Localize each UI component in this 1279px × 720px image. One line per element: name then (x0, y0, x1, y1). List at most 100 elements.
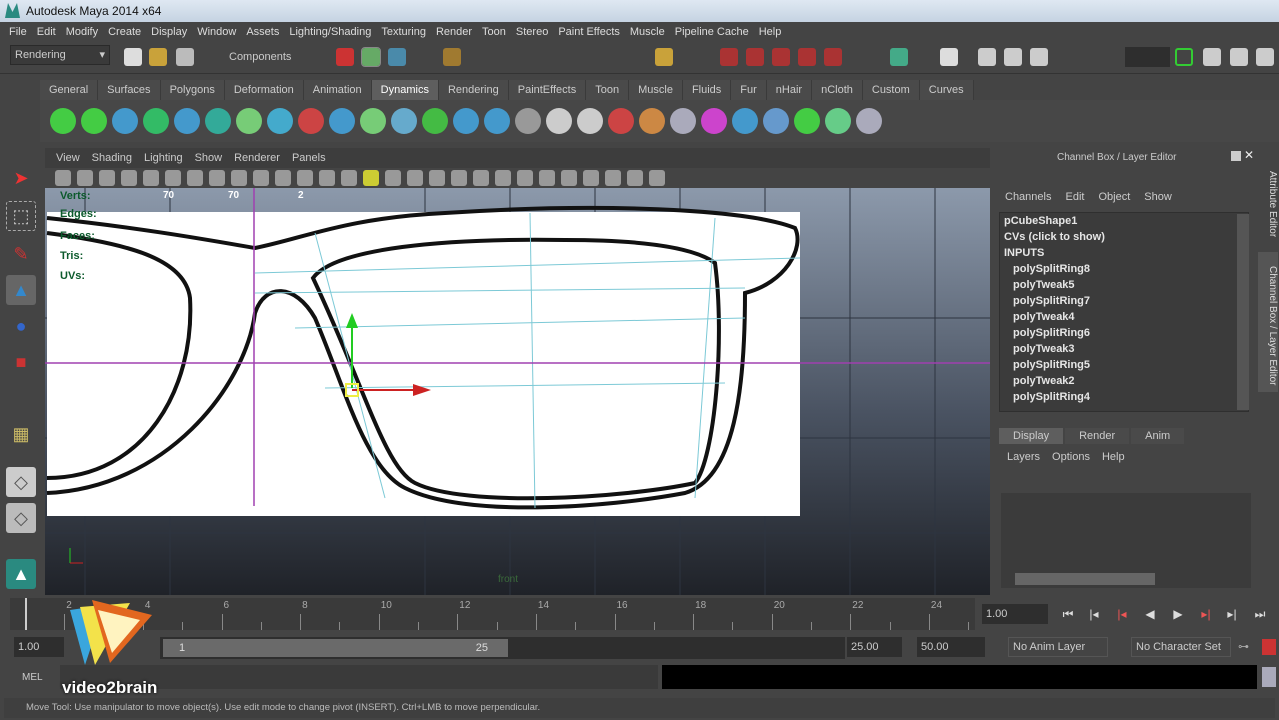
menu-lighting-shading[interactable]: Lighting/Shading (284, 22, 376, 42)
panel-toolbar-icon[interactable] (319, 170, 335, 186)
shelf-tool-icon[interactable] (577, 108, 603, 134)
panel-toolbar-icon[interactable] (143, 170, 159, 186)
mel-label[interactable]: MEL (22, 672, 43, 683)
channel-menu-object[interactable]: Object (1098, 191, 1130, 203)
range-slider-handle[interactable]: 1 25 (163, 639, 508, 657)
menu-assets[interactable]: Assets (241, 22, 284, 42)
channel-list-item[interactable]: polySplitRing5 (1000, 357, 1248, 373)
open-scene-icon[interactable] (149, 48, 167, 66)
panel-toolbar-icon[interactable] (121, 170, 137, 186)
channel-scrollbar[interactable] (1237, 214, 1249, 410)
shelf-tool-icon[interactable] (236, 108, 262, 134)
menu-modify[interactable]: Modify (61, 22, 103, 42)
layer-tab-display[interactable]: Display (999, 428, 1064, 444)
shelf-tool-icon[interactable] (515, 108, 541, 134)
menu-stereo[interactable]: Stereo (511, 22, 553, 42)
shelf-tool-icon[interactable] (670, 108, 696, 134)
shelf-tool-icon[interactable] (205, 108, 231, 134)
shelf-tool-icon[interactable] (360, 108, 386, 134)
step-forward-key-icon[interactable]: ▸| (1224, 606, 1240, 622)
front-viewport[interactable]: Verts: 70 70 2 Edges: Faces: Tris: UVs: … (45, 188, 990, 595)
channel-list-item[interactable]: polySplitRing7 (1000, 293, 1248, 309)
shelf-tab-painteffects[interactable]: PaintEffects (508, 80, 587, 100)
channel-box-toggle-icon[interactable] (1256, 48, 1274, 66)
panel-toolbar-icon[interactable] (605, 170, 621, 186)
ipr-render-icon[interactable] (1004, 48, 1022, 66)
step-back-key-icon[interactable]: |◂ (1086, 606, 1102, 622)
shelf-tool-icon[interactable] (391, 108, 417, 134)
attribute-editor-toggle-icon[interactable] (1203, 48, 1221, 66)
outliner-layout-icon[interactable]: ▲ (6, 559, 36, 589)
auto-key-icon[interactable]: ⊶ (1238, 640, 1249, 653)
menu-texturing[interactable]: Texturing (376, 22, 431, 42)
panel-toolbar-icon[interactable] (385, 170, 401, 186)
panel-toolbar-icon[interactable] (517, 170, 533, 186)
panel-toolbar-icon[interactable] (363, 170, 379, 186)
shelf-tab-rendering[interactable]: Rendering (438, 80, 509, 100)
menu-toon[interactable]: Toon (477, 22, 511, 42)
menu-create[interactable]: Create (103, 22, 146, 42)
snap-to-point-icon[interactable] (772, 48, 790, 66)
step-forward-frame-icon[interactable]: ▸| (1198, 606, 1214, 622)
channel-list-item[interactable]: polyTweak2 (1000, 373, 1248, 389)
make-live-icon[interactable] (824, 48, 842, 66)
channel-list-item[interactable]: polyTweak3 (1000, 341, 1248, 357)
panel-toolbar-icon[interactable] (495, 170, 511, 186)
lasso-tool-icon[interactable]: ⬚ (6, 201, 36, 231)
channel-list-item[interactable]: pCubeShape1 (1000, 213, 1248, 229)
layer-tab-render[interactable]: Render (1065, 428, 1130, 444)
panel-toolbar-icon[interactable] (55, 170, 71, 186)
snap-to-curve-icon[interactable] (746, 48, 764, 66)
channel-list-item[interactable]: polyTweak4 (1000, 309, 1248, 325)
menu-window[interactable]: Window (192, 22, 241, 42)
shelf-tab-deformation[interactable]: Deformation (224, 80, 304, 100)
panel-toolbar-icon[interactable] (473, 170, 489, 186)
panel-toolbar-icon[interactable] (297, 170, 313, 186)
layer-menu-layers[interactable]: Layers (1007, 451, 1040, 463)
anim-layer-dropdown[interactable]: No Anim Layer (1008, 637, 1108, 657)
panel-toolbar-icon[interactable] (341, 170, 357, 186)
end-time-field[interactable]: 25.00 (847, 637, 902, 657)
shelf-tab-surfaces[interactable]: Surfaces (98, 80, 161, 100)
select-hierarchy-icon[interactable] (336, 48, 354, 66)
panel-toolbar-icon[interactable] (187, 170, 203, 186)
character-set-dropdown[interactable]: No Character Set (1131, 637, 1231, 657)
panel-menu-lighting[interactable]: Lighting (138, 148, 189, 168)
panel-toolbar-icon[interactable] (429, 170, 445, 186)
shelf-tool-icon[interactable] (112, 108, 138, 134)
shelf-tool-icon[interactable] (174, 108, 200, 134)
channel-list-item[interactable]: polySplitRing8 (1000, 261, 1248, 277)
menu-display[interactable]: Display (146, 22, 192, 42)
shelf-tab-ncloth[interactable]: nCloth (812, 80, 863, 100)
shelf-tab-toon[interactable]: Toon (586, 80, 630, 100)
shelf-tool-icon[interactable] (298, 108, 324, 134)
current-frame-marker[interactable] (25, 598, 27, 630)
tab-attribute-editor[interactable]: Attribute Editor (1258, 150, 1278, 250)
channel-list-item[interactable]: INPUTS (1000, 245, 1248, 261)
panel-toolbar-icon[interactable] (231, 170, 247, 186)
panel-toolbar-icon[interactable] (99, 170, 115, 186)
channel-menu-channels[interactable]: Channels (1005, 191, 1051, 203)
panel-toolbar-icon[interactable] (77, 170, 93, 186)
float-icon[interactable] (1231, 151, 1241, 161)
channel-list-item[interactable]: polySplitRing6 (1000, 325, 1248, 341)
save-scene-icon[interactable] (176, 48, 194, 66)
menu-set-dropdown[interactable]: Rendering ▾ (10, 45, 110, 65)
step-back-frame-icon[interactable]: |◂ (1114, 606, 1130, 622)
shelf-tool-icon[interactable] (484, 108, 510, 134)
menu-help[interactable]: Help (754, 22, 787, 42)
last-tool-icon[interactable]: ▦ (6, 419, 36, 449)
go-to-start-icon[interactable]: ⏮ (1060, 606, 1076, 622)
new-scene-icon[interactable] (124, 48, 142, 66)
panel-toolbar-icon[interactable] (627, 170, 643, 186)
shelf-tab-animation[interactable]: Animation (303, 80, 372, 100)
tool-settings-toggle-icon[interactable] (1230, 48, 1248, 66)
shelf-tab-general[interactable]: General (40, 80, 99, 100)
select-tool-icon[interactable]: ➤ (6, 163, 36, 193)
panel-menu-view[interactable]: View (50, 148, 86, 168)
shelf-tab-dynamics[interactable]: Dynamics (371, 80, 439, 100)
shelf-tool-icon[interactable] (732, 108, 758, 134)
layer-scrollbar[interactable] (1015, 573, 1155, 585)
panel-toolbar-icon[interactable] (407, 170, 423, 186)
script-editor-icon[interactable] (1262, 667, 1276, 687)
